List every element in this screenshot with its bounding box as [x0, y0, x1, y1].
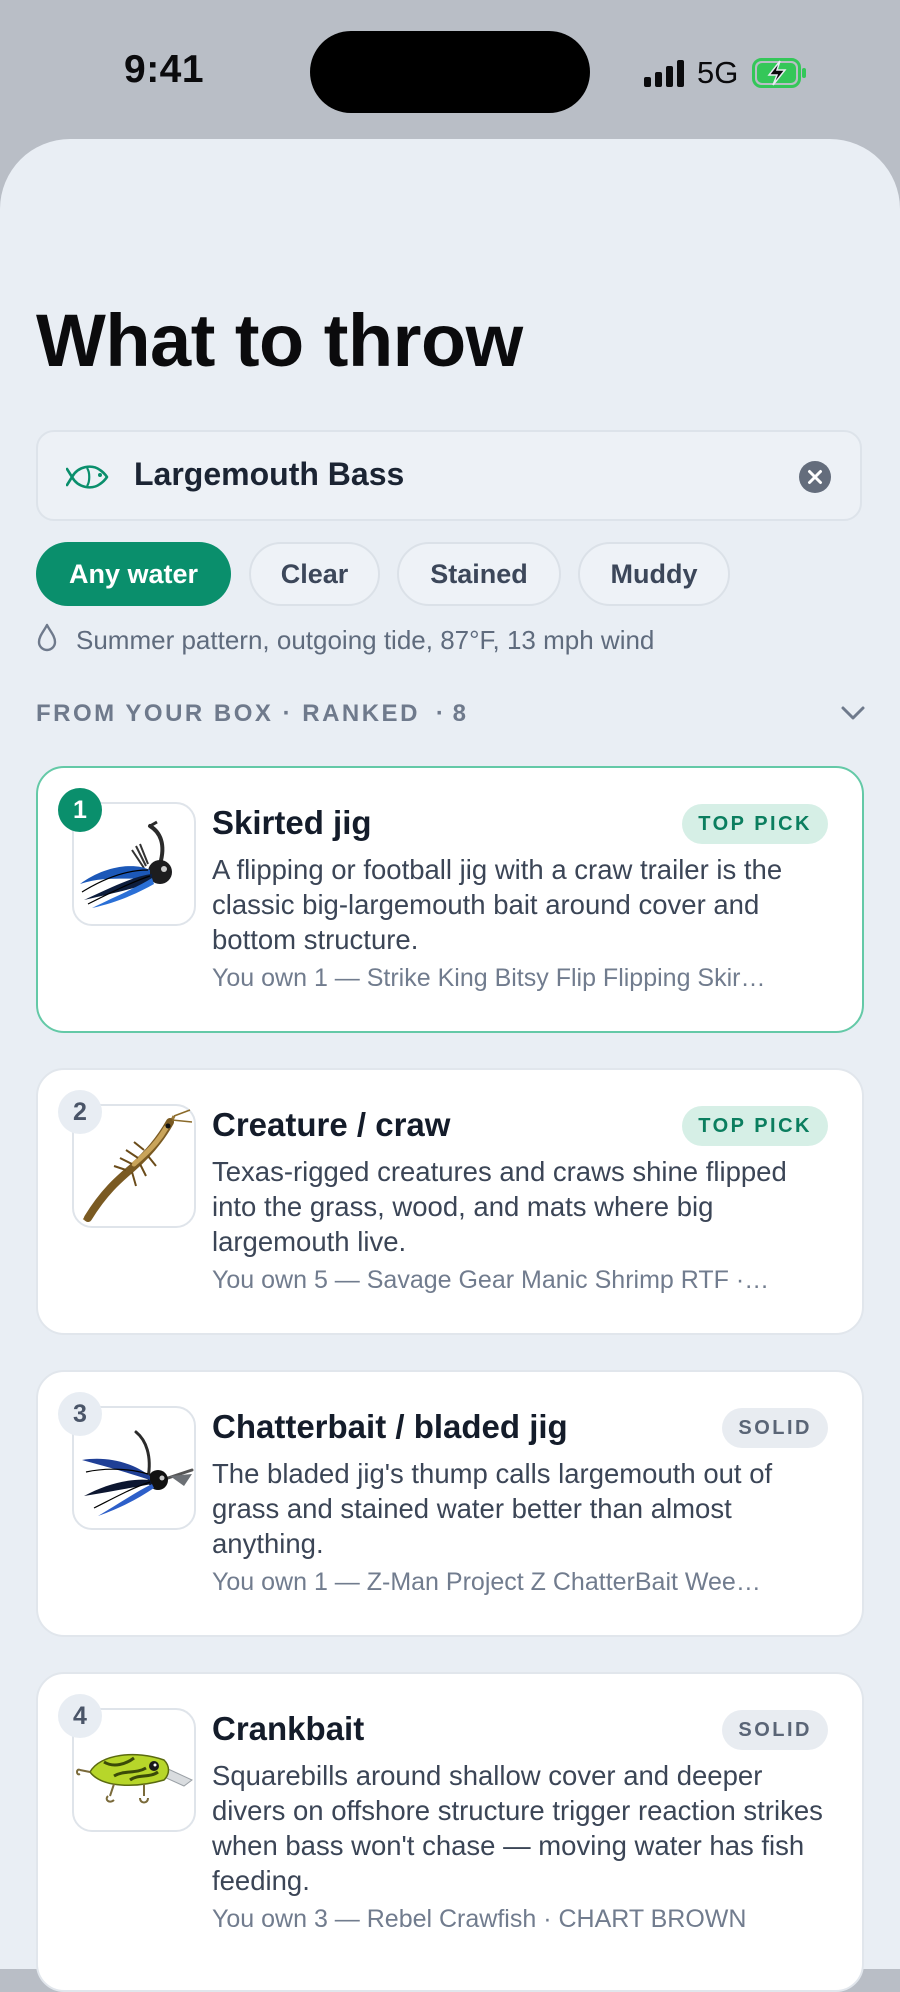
filter-chip-clear[interactable]: Clear [249, 542, 380, 606]
signal-icon [644, 59, 684, 87]
lure-card-skirted-jig[interactable]: 1 Skirted jig TOP PICK A flipping or foo… [36, 766, 864, 1033]
fish-icon [65, 460, 114, 499]
clear-search-button[interactable] [798, 460, 832, 499]
conditions-text: Summer pattern, outgoing tide, 87°F, 13 … [76, 624, 655, 655]
clear-icon [799, 461, 831, 493]
species-search-field[interactable]: Largemouth Bass [36, 430, 862, 521]
conditions-row: Summer pattern, outgoing tide, 87°F, 13 … [36, 622, 654, 658]
owned-lures: You own 1 — Strike King Bitsy Flip Flipp… [212, 964, 766, 992]
dynamic-island [310, 31, 590, 113]
section-header[interactable]: FROM YOUR BOX · RANKED · 8 [36, 700, 866, 734]
lure-description: The bladed jig's thump calls largemouth … [212, 1458, 773, 1559]
lure-description: A flipping or football jig with a craw t… [212, 854, 783, 955]
filter-chip-any-water[interactable]: Any water [36, 542, 231, 606]
lure-card-creature-craw[interactable]: 2 Creature / craw TOP PICK Texas-rigged … [36, 1068, 864, 1335]
top-pick-badge: TOP PICK [682, 1106, 828, 1146]
solid-badge: SOLID [722, 1710, 828, 1750]
lure-card-crankbait[interactable]: 4 Crankbait SOLID Squarebills around sha… [36, 1672, 864, 1992]
rank-badge: 2 [58, 1090, 102, 1134]
network-label: 5G [697, 55, 739, 90]
page-title: What to throw [36, 299, 523, 382]
status-time: 9:41 [124, 48, 205, 91]
lure-name: Creature / craw [212, 1106, 451, 1143]
status-indicators: 5G [644, 55, 808, 90]
lure-description: Squarebills around shallow cover and dee… [212, 1760, 823, 1896]
status-bar: 9:41 5G [0, 0, 900, 140]
battery-charging-icon [752, 58, 808, 88]
filter-chip-muddy[interactable]: Muddy [578, 542, 730, 606]
water-drop-icon [36, 623, 58, 658]
section-label: FROM YOUR BOX · RANKED [36, 700, 420, 727]
filter-chip-stained[interactable]: Stained [397, 542, 561, 606]
lure-name: Skirted jig [212, 804, 372, 841]
lure-name: Crankbait [212, 1710, 365, 1747]
solid-badge: SOLID [722, 1408, 828, 1448]
owned-lures: You own 5 — Savage Gear Manic Shrimp RTF… [212, 1266, 770, 1294]
owned-lures: You own 1 — Z-Man Project Z ChatterBait … [212, 1568, 761, 1596]
section-count: · 8 [435, 700, 467, 727]
top-pick-badge: TOP PICK [682, 804, 828, 844]
lure-name: Chatterbait / bladed jig [212, 1408, 568, 1445]
chevron-down-icon[interactable] [840, 704, 866, 727]
owned-lures: You own 3 — Rebel Crawfish · CHART BROWN [212, 1905, 747, 1933]
rank-badge: 1 [58, 788, 102, 832]
search-value: Largemouth Bass [134, 456, 405, 492]
lure-card-chatterbait[interactable]: 3 Chatterbait / bladed jig SOLID The bla… [36, 1370, 864, 1637]
lure-description: Texas-rigged creatures and craws shine f… [212, 1156, 787, 1257]
rank-badge: 3 [58, 1392, 102, 1436]
rank-badge: 4 [58, 1694, 102, 1738]
